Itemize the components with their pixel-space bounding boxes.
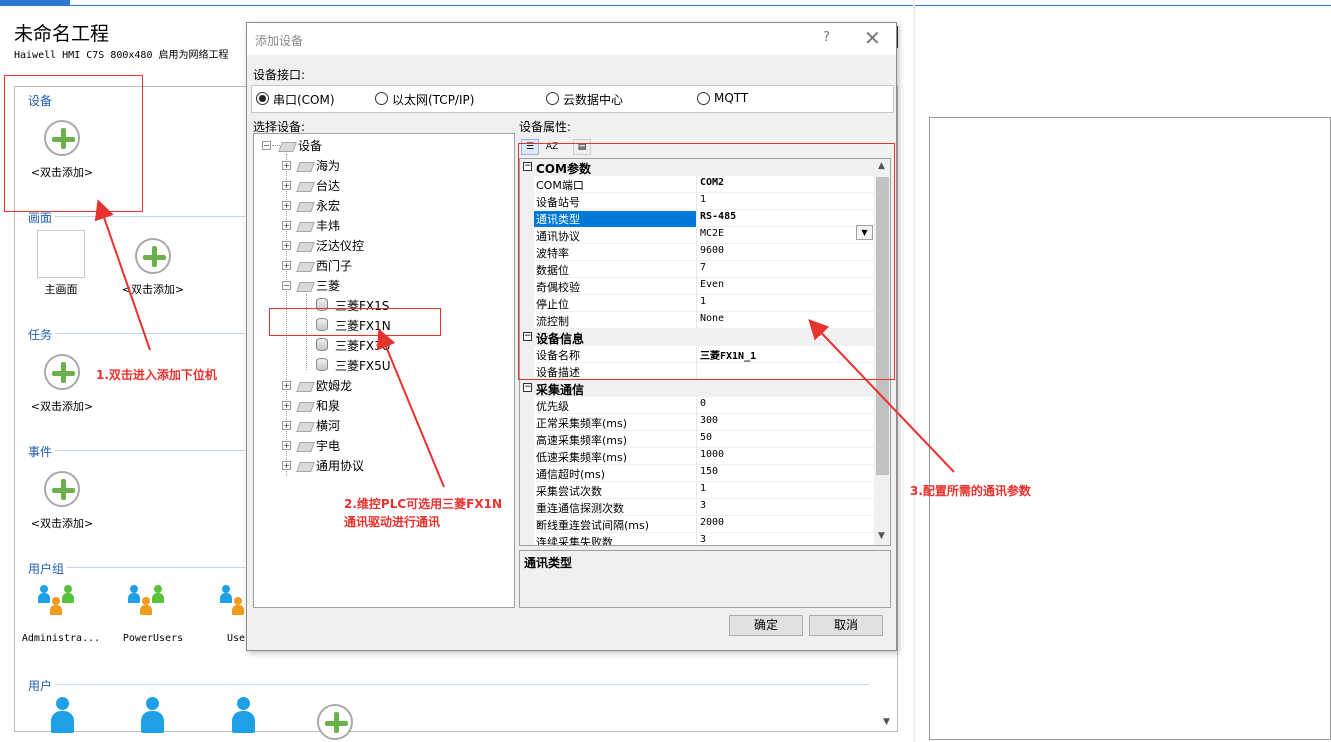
arrow-2 [376,328,445,488]
arrow-1 [94,199,151,351]
arrow-3 [808,319,955,473]
annotation-arrows [94,199,955,488]
